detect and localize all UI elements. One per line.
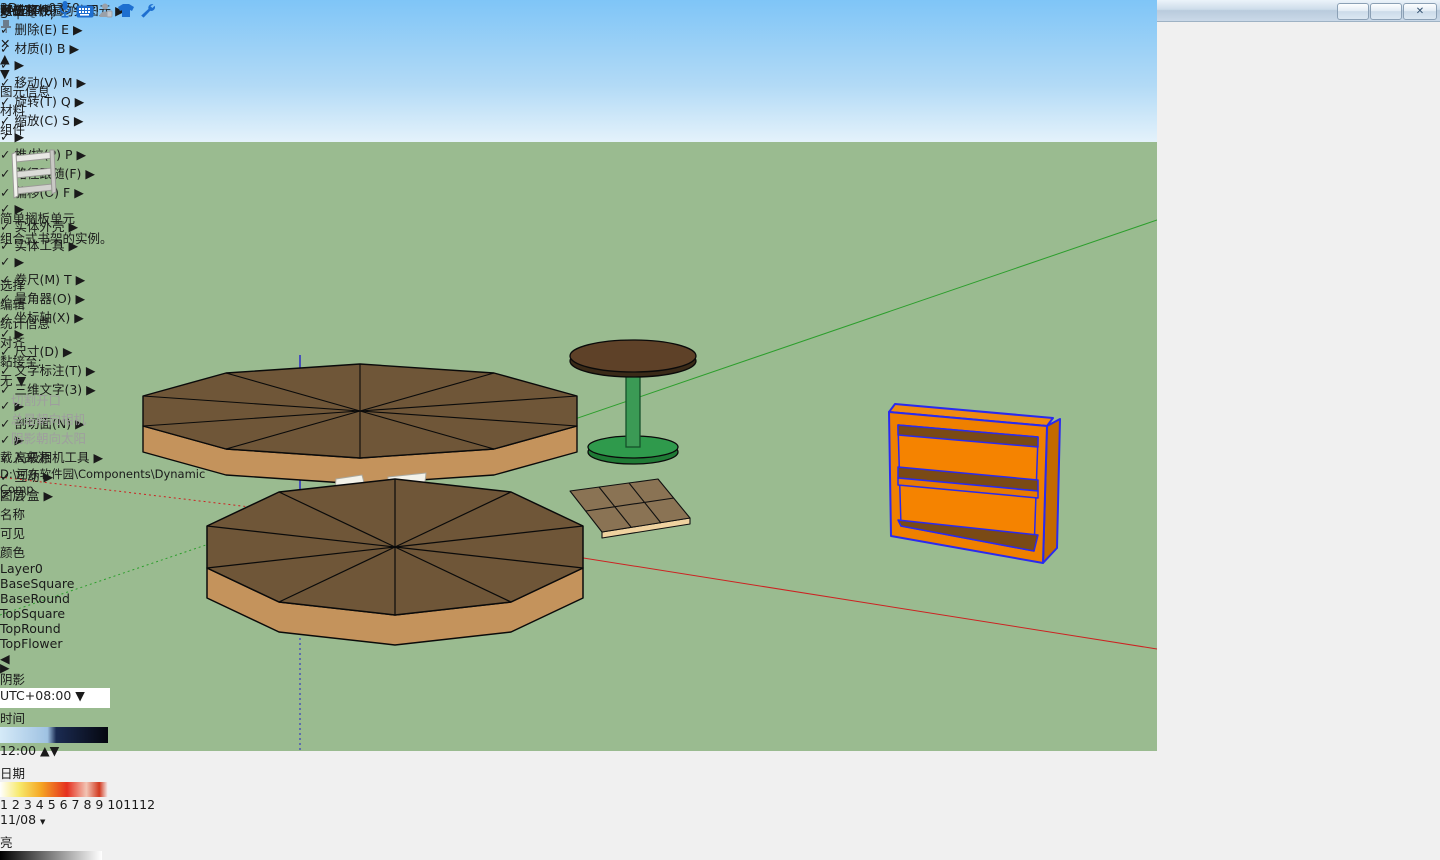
layer-row[interactable]: BaseSquare xyxy=(0,576,268,591)
dropdown-arrow-icon: ▼ xyxy=(17,373,27,388)
layers-hscrollbar[interactable]: ◀ ▶ xyxy=(0,651,268,669)
column-visible[interactable]: 可见 xyxy=(0,523,44,542)
status-bar: 数值 xyxy=(0,0,25,19)
layer-row[interactable]: BaseRound xyxy=(0,591,268,606)
panel-close-button[interactable]: ✕ xyxy=(0,36,268,51)
scroll-up-icon[interactable]: ▲ xyxy=(0,51,268,66)
skin[interactable] xyxy=(117,6,139,21)
default-panel: 默认面板 ✕ ▲ ▼ 图元信息 材料 组件 xyxy=(0,0,268,860)
section-materials[interactable]: 材料 xyxy=(0,100,266,119)
light-label: 亮 xyxy=(0,832,268,851)
spin-down-icon[interactable]: ▼ xyxy=(50,743,60,758)
timezone-dropdown[interactable]: UTC+08:00 ▼ xyxy=(0,688,110,708)
account[interactable] xyxy=(98,6,117,21)
microphone[interactable] xyxy=(58,6,76,21)
layers-list: Layer0 BaseSquare BaseRound TopSquare xyxy=(0,561,268,651)
date-label: 日期 xyxy=(0,763,268,782)
section-layers[interactable]: 图层 xyxy=(0,485,266,504)
tab-edit[interactable]: 编辑 xyxy=(0,294,46,313)
section-components[interactable]: 组件 xyxy=(0,119,266,138)
load-path-field[interactable]: D:\河东软件园\Components\Dynamic Comp xyxy=(0,466,234,485)
light-slider[interactable] xyxy=(0,851,102,860)
time-slider[interactable] xyxy=(0,727,108,743)
date-spinner[interactable]: 11/08 ▼ xyxy=(0,812,78,832)
column-name[interactable]: 名称 xyxy=(0,504,172,523)
time-spinner[interactable]: 12:00 ▲▼ xyxy=(0,743,84,763)
checkbox-label: 总是朝向相机 xyxy=(11,409,86,428)
punctuation[interactable]: °, xyxy=(44,6,54,21)
checkbox-label: 切割开口 xyxy=(11,390,61,409)
checkbox-label: 阴影朝向太阳 xyxy=(11,428,86,447)
glue-label: 黏接至: xyxy=(0,351,268,370)
align-heading: 对齐 xyxy=(0,332,268,351)
layer-row[interactable]: TopSquare xyxy=(0,606,268,621)
tab-select[interactable]: 选择 xyxy=(0,275,44,294)
load-heading: 载入来源 xyxy=(0,447,268,466)
measurement-label: 数值 xyxy=(0,3,25,18)
component-name-field[interactable]: 简单搁板单元 xyxy=(0,208,163,228)
soft-keyboard[interactable] xyxy=(76,6,98,21)
scroll-down-icon[interactable]: ▼ xyxy=(0,66,268,81)
section-entity-info[interactable]: 图元信息 xyxy=(0,81,266,100)
minimize-button[interactable] xyxy=(1337,3,1369,20)
bookshelf-selected[interactable] xyxy=(889,404,1060,563)
panel-scrollbar[interactable]: ▲ ▼ xyxy=(0,51,268,81)
close-button[interactable]: ✕ xyxy=(1403,3,1437,20)
layer-row[interactable]: TopFlower xyxy=(0,636,268,651)
tab-statistics[interactable]: 统计信息 xyxy=(0,313,66,332)
column-color[interactable]: 颜色 xyxy=(0,542,42,561)
sketchup-window: 无标题 - SketchUp Pro 2016 ✕ 文件(F) 编辑(E) 视图… xyxy=(0,0,1440,860)
spin-up-icon[interactable]: ▲ xyxy=(40,743,50,758)
settings-wrench[interactable] xyxy=(139,6,155,21)
moon-mode[interactable]: ☾ xyxy=(28,6,39,21)
date-scale: 1 2 3 4 5 6 7 8 9 101112 xyxy=(0,797,268,812)
dropdown-arrow-icon[interactable]: ▼ xyxy=(40,818,45,826)
time-label: 时间 xyxy=(0,708,268,727)
component-thumbnail[interactable] xyxy=(0,138,268,208)
scroll-left-icon[interactable]: ◀ xyxy=(0,651,268,660)
layer-row[interactable]: Layer0 xyxy=(0,561,268,576)
layer-row[interactable]: TopRound xyxy=(0,621,268,636)
dropdown-arrow-icon: ▼ xyxy=(75,688,85,703)
section-shadows[interactable]: 阴影 xyxy=(0,669,266,688)
date-slider[interactable] xyxy=(0,782,108,797)
component-description-field[interactable]: 组合式书架的实例。 xyxy=(0,228,163,275)
restore-button[interactable] xyxy=(1370,3,1402,20)
glue-dropdown[interactable]: 无 ▼ xyxy=(0,370,92,390)
scroll-right-icon[interactable]: ▶ xyxy=(0,660,268,669)
